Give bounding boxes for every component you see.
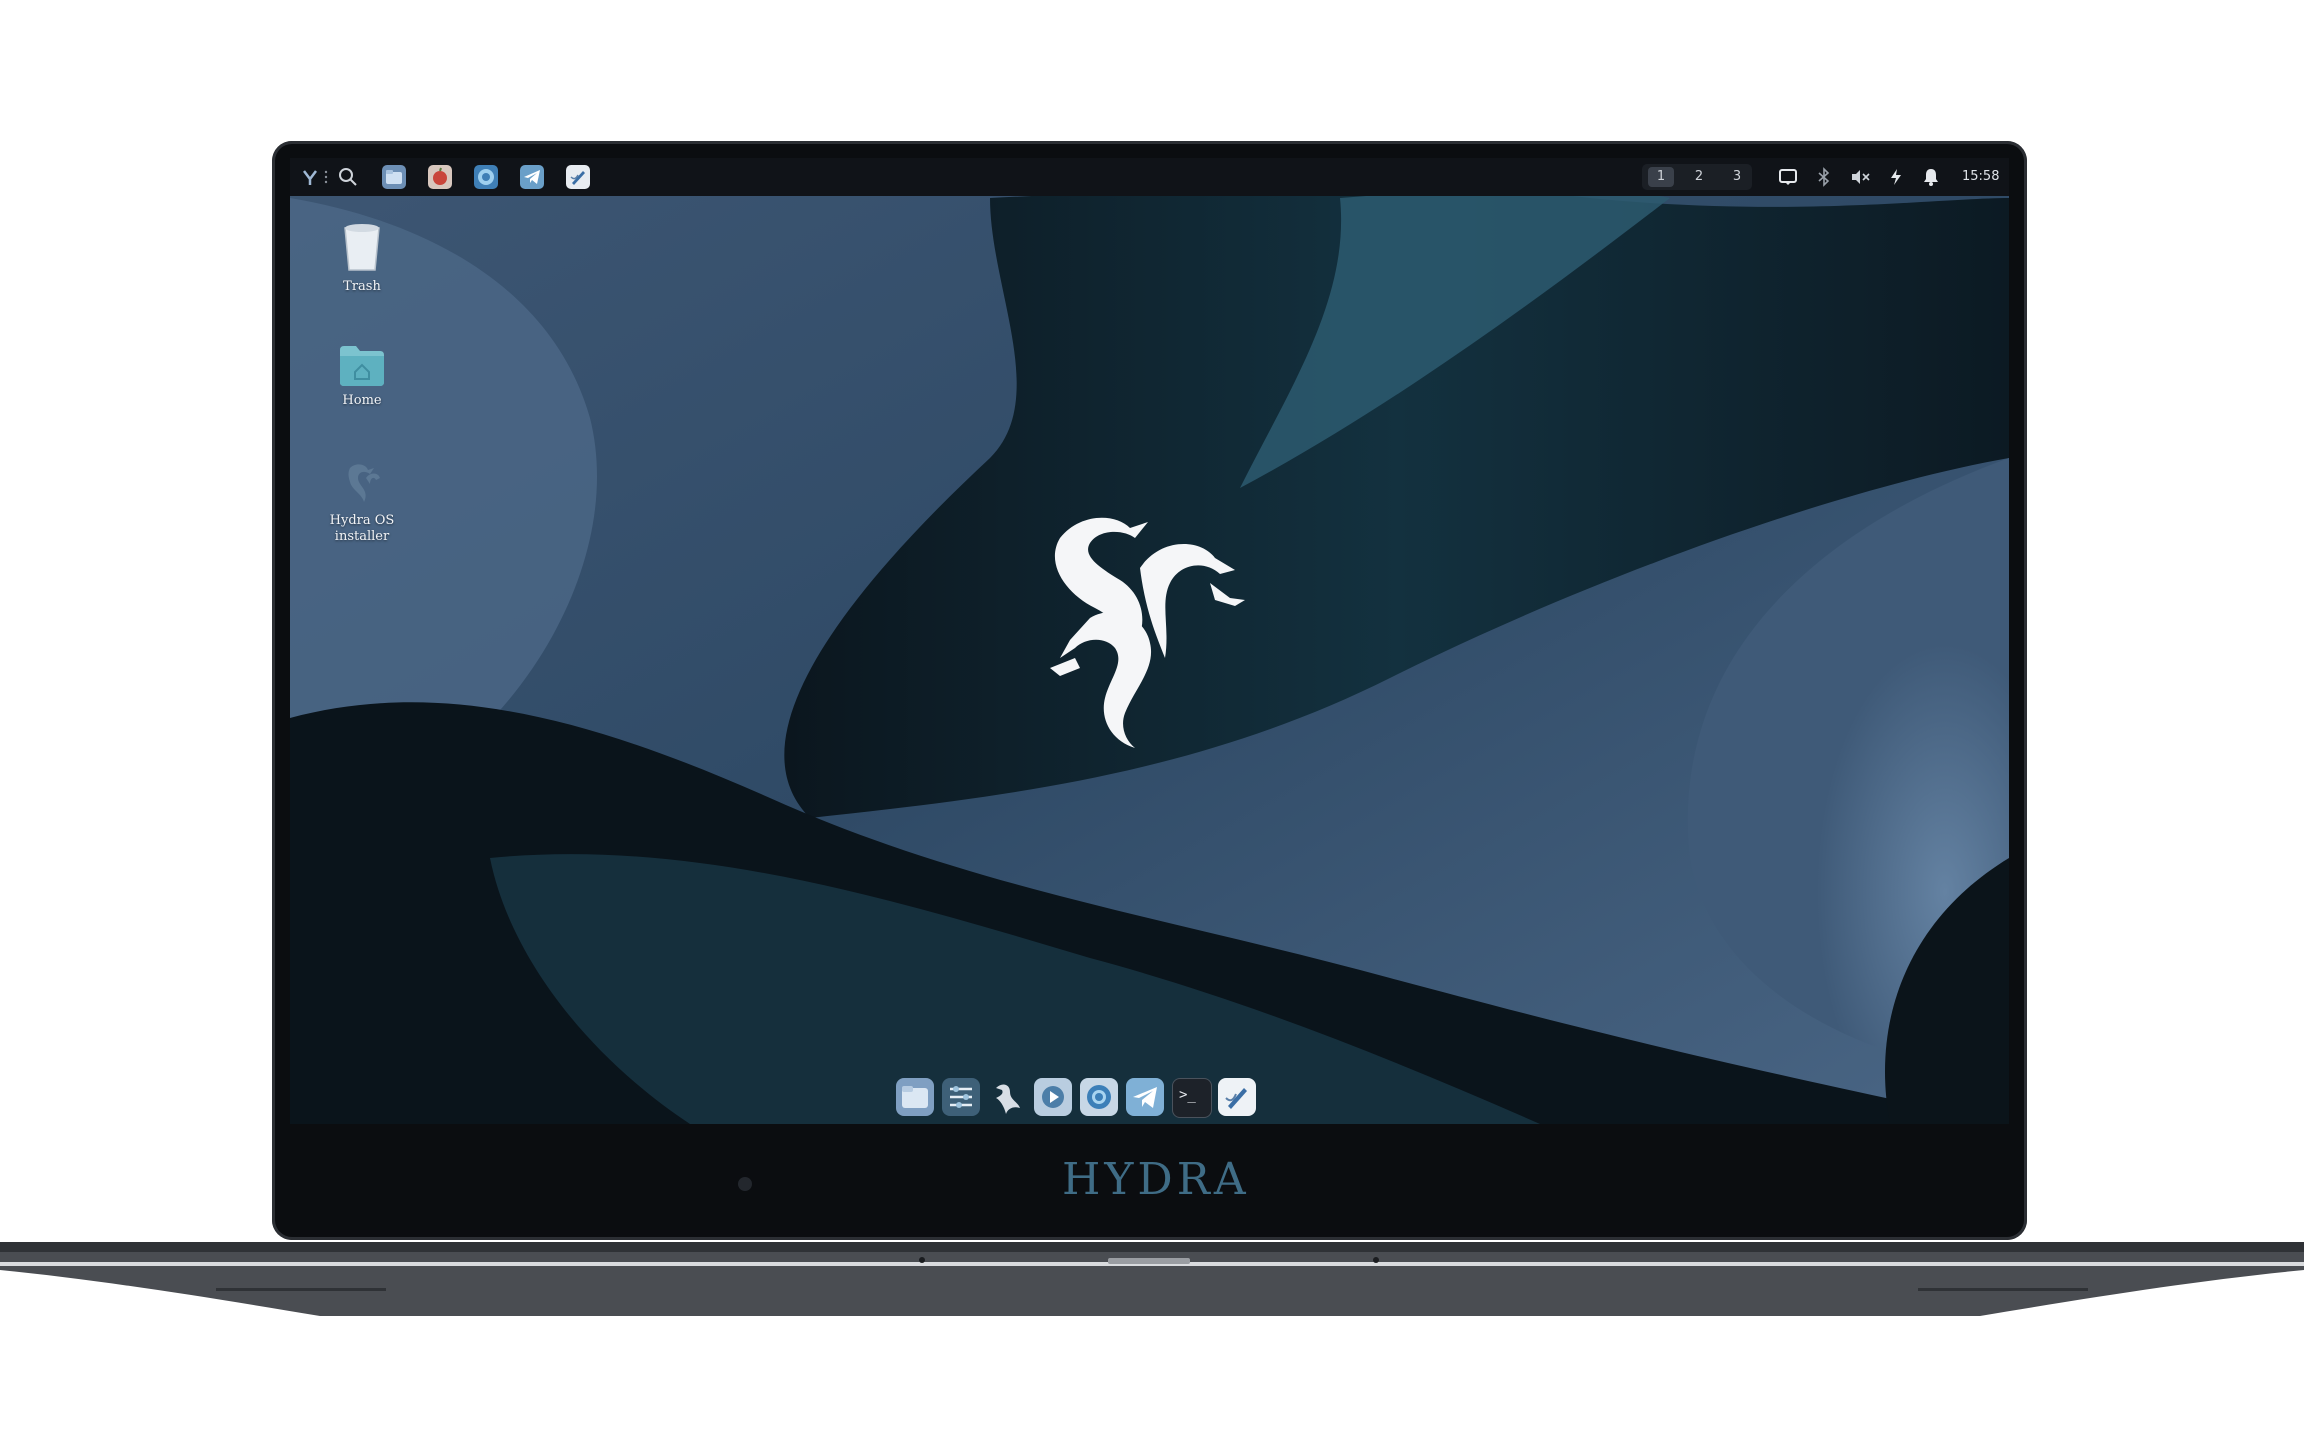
- notification-bell-icon[interactable]: [1922, 167, 1940, 193]
- desktop-screen: 1 2 3 15:58 Trash Home Hydra OS installe…: [290, 158, 2009, 1124]
- dock-text-editor-icon[interactable]: [1218, 1078, 1256, 1116]
- telegram-icon[interactable]: [520, 165, 544, 189]
- dock-settings-mixer-icon[interactable]: [942, 1078, 980, 1116]
- workspace-1[interactable]: 1: [1648, 167, 1674, 187]
- desktop-icon-label: Trash: [343, 279, 381, 294]
- dock-files-icon[interactable]: [896, 1078, 934, 1116]
- desktop-icon-trash[interactable]: Trash: [312, 220, 412, 295]
- bluetooth-icon[interactable]: [1816, 167, 1832, 193]
- power-icon[interactable]: [1888, 167, 1904, 193]
- laptop-base: [0, 1242, 2304, 1316]
- apple-app-icon[interactable]: [428, 165, 452, 189]
- bezel-brand-logo: HYDRA: [1062, 1154, 1250, 1205]
- clock[interactable]: 15:58: [1962, 167, 1999, 187]
- top-panel: 1 2 3 15:58: [290, 158, 2009, 196]
- home-folder-icon: [340, 346, 384, 386]
- dock-terminal-icon[interactable]: >_: [1172, 1078, 1212, 1118]
- terminal-glyph: >_: [1179, 1087, 1196, 1103]
- desktop-icon-home[interactable]: Home: [312, 344, 412, 409]
- browser-icon[interactable]: [474, 165, 498, 189]
- volume-muted-icon[interactable]: [1850, 167, 1872, 193]
- dock-hydra-icon[interactable]: [988, 1078, 1026, 1116]
- trash-icon: [344, 224, 380, 271]
- hydra-menu-icon[interactable]: [298, 165, 322, 189]
- screen-icon[interactable]: [1778, 167, 1798, 193]
- hydra-installer-icon: [348, 464, 380, 502]
- workspace-2[interactable]: 2: [1686, 167, 1712, 187]
- dock-browser-icon[interactable]: [1080, 1078, 1118, 1116]
- desktop-icon-label: Home: [342, 393, 382, 408]
- text-editor-icon[interactable]: [566, 165, 590, 189]
- dock-telegram-icon[interactable]: [1126, 1078, 1164, 1116]
- workspace-3[interactable]: 3: [1724, 167, 1750, 187]
- desktop-icon-hydra-installer[interactable]: Hydra OS installer: [312, 460, 412, 545]
- search-icon[interactable]: [336, 165, 360, 189]
- hydra-logo: [1050, 517, 1245, 748]
- webcam: [738, 1177, 752, 1191]
- separator-handle: [324, 170, 328, 184]
- files-icon[interactable]: [382, 165, 406, 189]
- desktop-icon-label: Hydra OS installer: [329, 513, 395, 544]
- dock-media-player-icon[interactable]: [1034, 1078, 1072, 1116]
